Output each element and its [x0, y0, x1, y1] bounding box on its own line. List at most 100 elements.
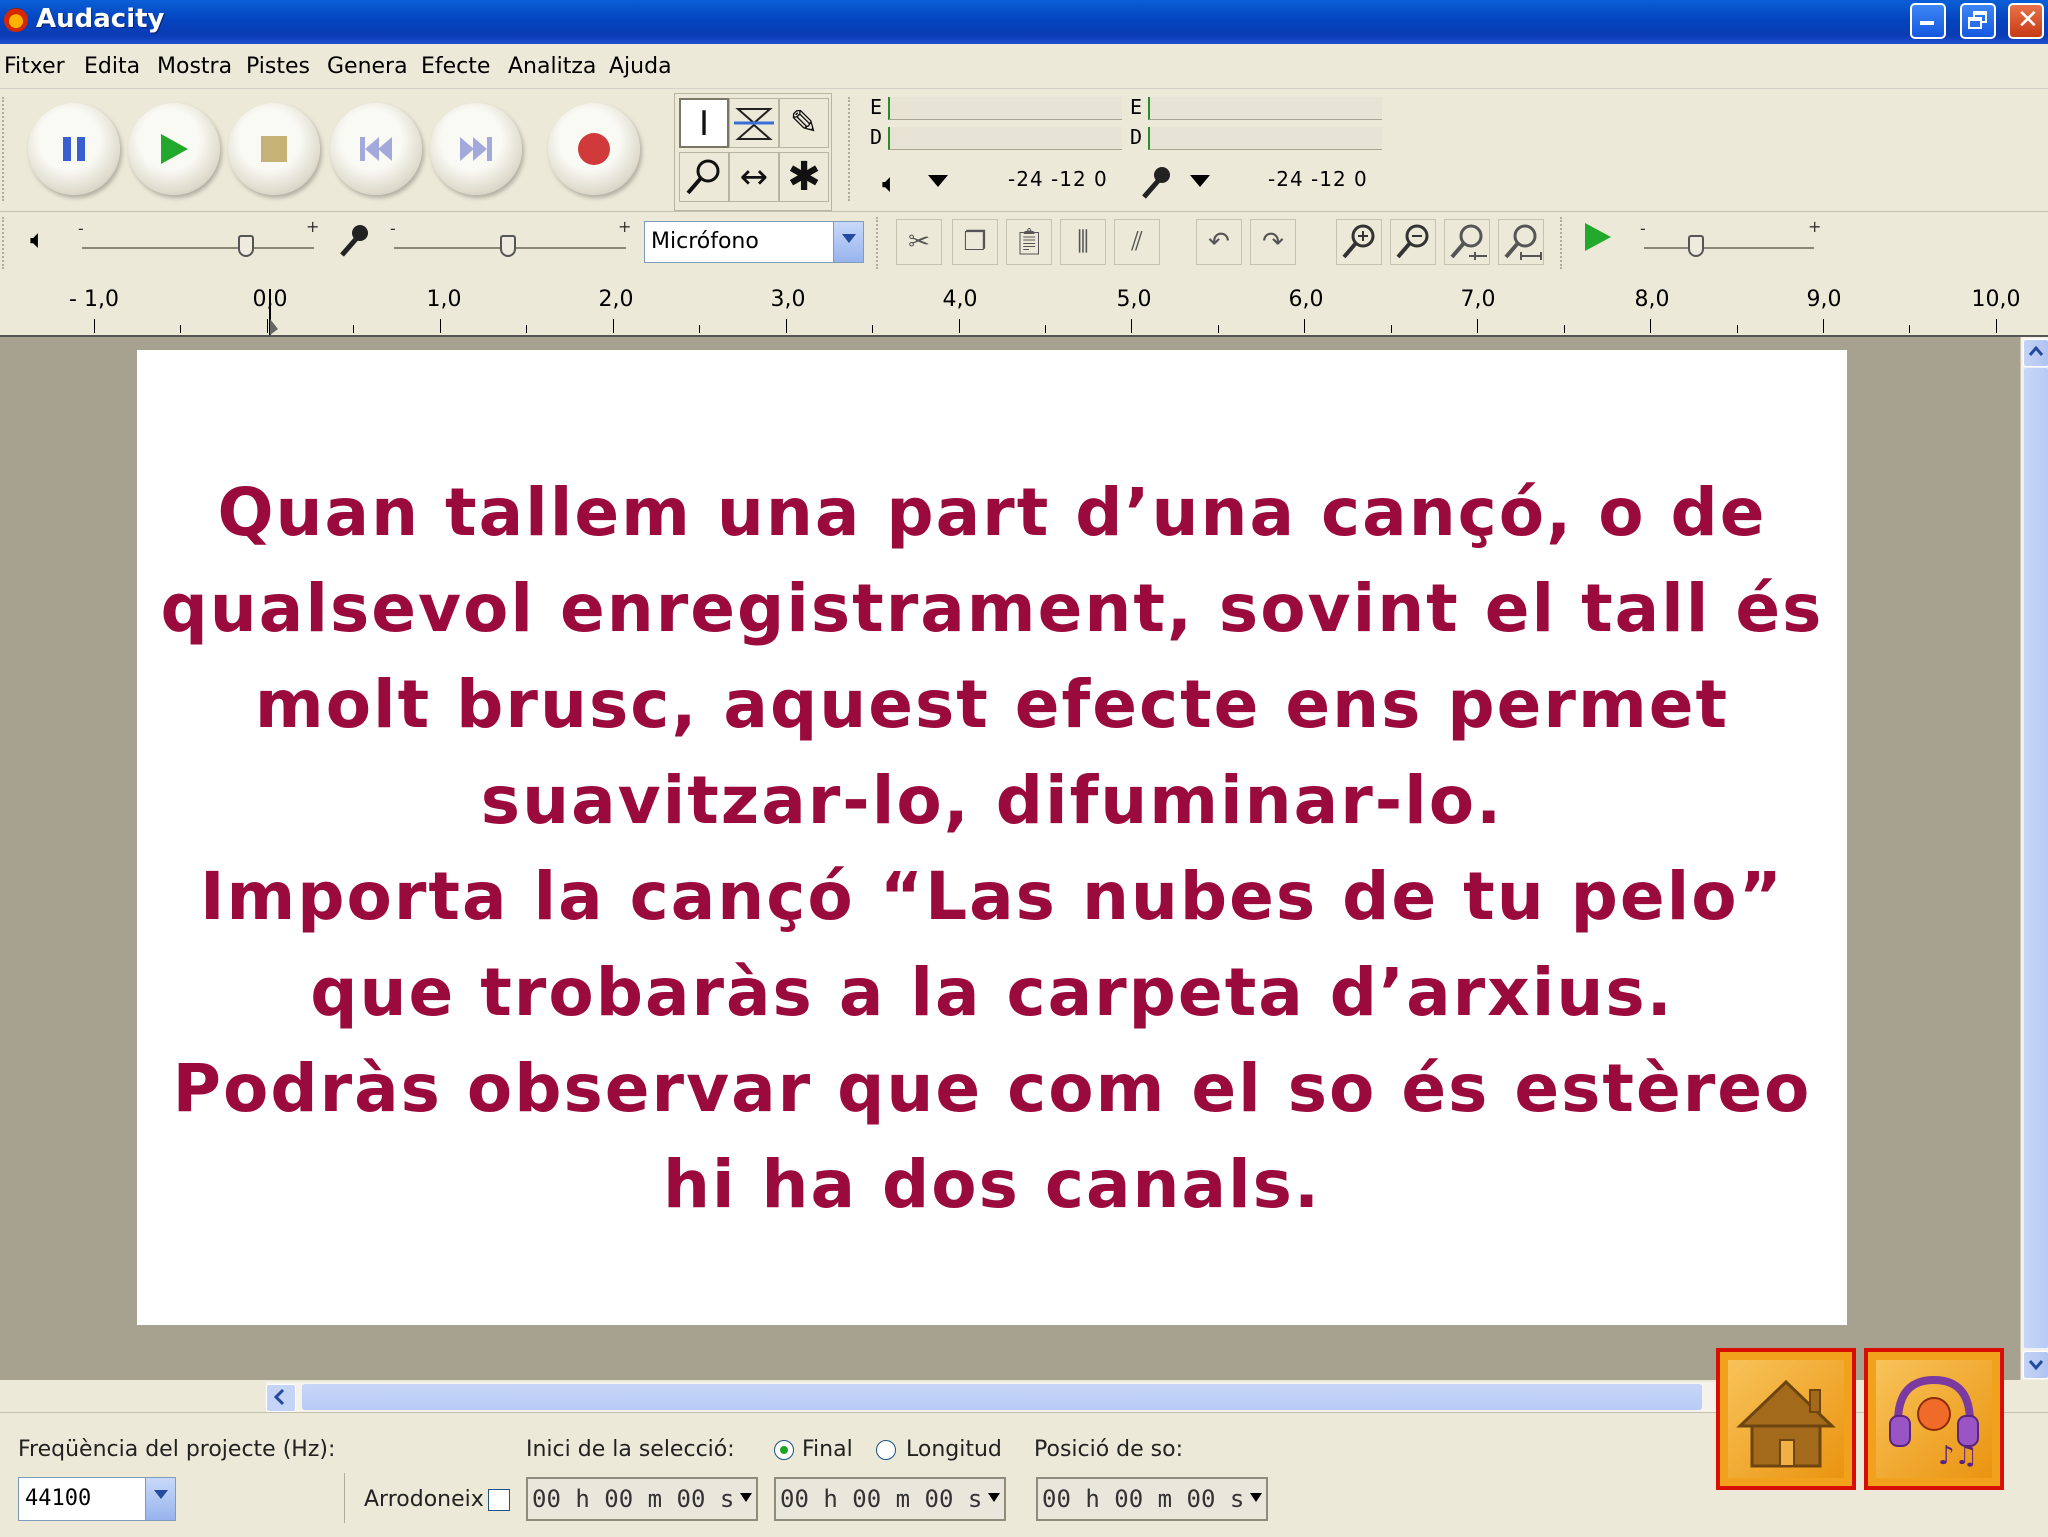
- ruler-tick: [1995, 319, 1997, 333]
- menu-genera[interactable]: Genera: [327, 54, 408, 79]
- selection-start-value: 00 h 00 m 00 s: [532, 1485, 735, 1513]
- skip-end-button[interactable]: [430, 103, 522, 195]
- ruler-tick: [1909, 325, 1911, 333]
- undo-button[interactable]: ↶: [1196, 219, 1242, 265]
- menu-efecte[interactable]: Efecte: [421, 54, 490, 79]
- play-at-speed-button[interactable]: [1574, 219, 1620, 265]
- chevron-down-icon[interactable]: [988, 1493, 1000, 1502]
- vertical-scrollbar[interactable]: [2020, 337, 2048, 1380]
- envelope-tool-icon[interactable]: [729, 98, 779, 148]
- output-volume-slider[interactable]: [238, 235, 254, 257]
- output-meter-left-label: E: [870, 95, 883, 119]
- silence-button[interactable]: ⫼: [1060, 219, 1106, 265]
- meter-grip[interactable]: [848, 97, 856, 201]
- length-radio[interactable]: [876, 1440, 896, 1460]
- multi-tool-icon[interactable]: ✱: [779, 152, 829, 202]
- zoom-in-button[interactable]: [1336, 219, 1382, 265]
- chevron-down-icon[interactable]: [145, 1478, 175, 1520]
- undo-icon: ↶: [1208, 227, 1230, 257]
- minimize-button[interactable]: [1910, 3, 1946, 39]
- audio-position-value: 00 h 00 m 00 s: [1042, 1485, 1245, 1513]
- record-button[interactable]: [548, 103, 640, 195]
- project-rate-label: Freqüència del projecte (Hz):: [18, 1437, 336, 1462]
- input-source-select[interactable]: Micrófono: [644, 221, 864, 263]
- close-button[interactable]: ✕: [2008, 3, 2044, 39]
- transcription-grip[interactable]: [1560, 217, 1568, 269]
- vertical-scroll-thumb[interactable]: [2023, 367, 2048, 1349]
- trim-icon: ✂︎: [908, 227, 930, 257]
- ruler-tick: [439, 319, 441, 333]
- project-rate-select[interactable]: 44100: [18, 1477, 176, 1521]
- input-volume-slider[interactable]: [500, 235, 516, 257]
- menu-analitza[interactable]: Analitza: [508, 54, 596, 79]
- music-button[interactable]: ♪♫: [1864, 1348, 2004, 1490]
- zoom-tool-icon[interactable]: [679, 152, 729, 202]
- zoom-out-button[interactable]: [1390, 219, 1436, 265]
- mixer-grip[interactable]: [2, 217, 10, 269]
- chevron-down-icon[interactable]: [740, 1493, 752, 1502]
- ruler-tick: [1304, 319, 1306, 333]
- fit-project-button[interactable]: [1498, 219, 1544, 265]
- ruler-label: 7,0: [1460, 287, 1496, 312]
- speed-slider[interactable]: [1688, 235, 1704, 257]
- output-meter-scale: -24 -12 0: [1008, 167, 1108, 191]
- copy-button[interactable]: ❐: [952, 219, 998, 265]
- menu-ajuda[interactable]: Ajuda: [609, 54, 672, 79]
- output-volume-track: [82, 247, 314, 249]
- draw-tool-icon[interactable]: ✎: [779, 98, 829, 148]
- scroll-down-button[interactable]: [2023, 1351, 2048, 1379]
- horizontal-scrollbar[interactable]: [266, 1382, 1716, 1412]
- skip-end-icon: [460, 137, 492, 161]
- chevron-up-icon: [2028, 345, 2044, 356]
- play-button[interactable]: [128, 103, 220, 195]
- input-meter-right: [1148, 127, 1382, 150]
- chevron-down-icon[interactable]: [1250, 1493, 1262, 1502]
- ruler-label: 10,0: [1971, 287, 2021, 312]
- fit-selection-button[interactable]: [1444, 219, 1490, 265]
- ruler-tick: [1650, 319, 1652, 333]
- paste-button[interactable]: 📋︎: [1006, 219, 1052, 265]
- ruler-label: - 1,0: [69, 287, 119, 312]
- menu-pistes[interactable]: Pistes: [246, 54, 310, 79]
- stop-icon: [261, 136, 287, 162]
- chevron-down-icon[interactable]: [833, 222, 863, 262]
- menu-fitxer[interactable]: Fitxer: [4, 54, 65, 79]
- menu-mostra[interactable]: Mostra: [157, 54, 232, 79]
- home-button[interactable]: [1716, 1348, 1856, 1490]
- speaker-icon[interactable]: 🔈︎: [882, 169, 898, 200]
- ruler-label: 8,0: [1634, 287, 1670, 312]
- scroll-left-button[interactable]: [266, 1384, 296, 1412]
- audio-position-time[interactable]: 00 h 00 m 00 s: [1036, 1477, 1268, 1521]
- scroll-up-button[interactable]: [2023, 339, 2048, 367]
- selection-end-value: 00 h 00 m 00 s: [780, 1485, 983, 1513]
- toolbar-grip[interactable]: [2, 97, 10, 201]
- ruler-label: 1,0: [426, 287, 462, 312]
- pause-button[interactable]: [28, 103, 120, 195]
- menu-edita[interactable]: Edita: [84, 54, 140, 79]
- instruction-line: qualsevol enregistrament, sovint el tall…: [160, 570, 1824, 647]
- split-button[interactable]: ⫽: [1114, 219, 1160, 265]
- selection-tool-icon[interactable]: I: [679, 98, 729, 148]
- timeline-ruler[interactable]: - 1,0 0,0 1,0 2,0 3,0 4,0 5,0 6,0 7,0 8,…: [0, 275, 2048, 337]
- selection-end-time[interactable]: 00 h 00 m 00 s: [774, 1477, 1006, 1521]
- tools-toolbar: I ✎ ↔ ✱: [674, 93, 832, 211]
- pause-icon: [63, 137, 85, 161]
- input-meter-left-label: E: [1130, 95, 1143, 119]
- project-rate-value: 44100: [25, 1486, 92, 1511]
- snap-checkbox[interactable]: [488, 1489, 510, 1511]
- end-radio[interactable]: [774, 1440, 794, 1460]
- timeshift-tool-icon[interactable]: ↔: [729, 152, 779, 202]
- redo-button[interactable]: ↷: [1250, 219, 1296, 265]
- restore-button[interactable]: [1960, 3, 1996, 39]
- microphone-icon[interactable]: [1138, 165, 1174, 201]
- stop-button[interactable]: [228, 103, 320, 195]
- trim-button[interactable]: ✂︎: [896, 219, 942, 265]
- ruler-tick: [612, 319, 614, 333]
- horizontal-scroll-thumb[interactable]: [302, 1384, 1702, 1410]
- input-meter-dropdown-icon[interactable]: [1190, 175, 1210, 187]
- skip-start-button[interactable]: [330, 103, 422, 195]
- output-meter-dropdown-icon[interactable]: [928, 175, 948, 187]
- edit-grip[interactable]: [876, 217, 884, 269]
- ruler-tick: [699, 325, 701, 333]
- selection-start-time[interactable]: 00 h 00 m 00 s: [526, 1477, 758, 1521]
